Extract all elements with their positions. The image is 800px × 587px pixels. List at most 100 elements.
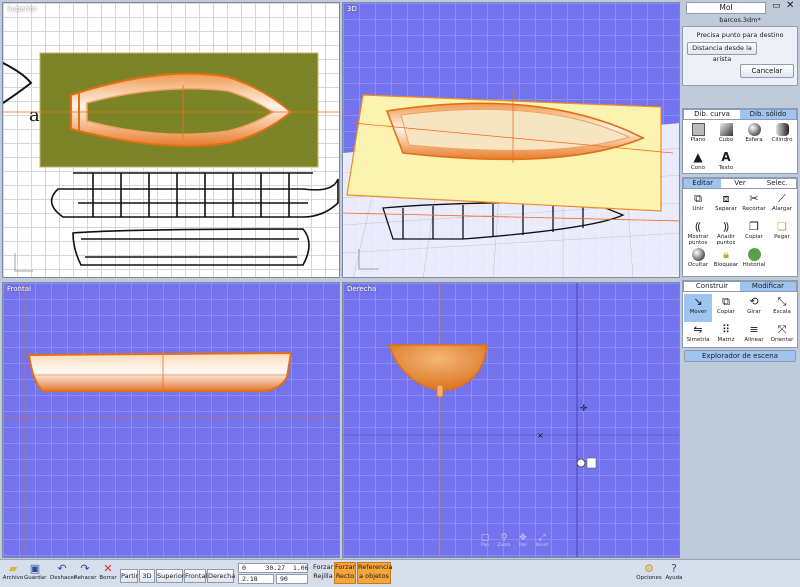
view-right-button[interactable]: Derecha [207, 569, 235, 583]
tab-draw-curve[interactable]: Dib. curva [684, 110, 740, 119]
redo-button[interactable]: ↷ Rehacer [74, 562, 96, 581]
tab-modify[interactable]: Modificar [740, 282, 796, 291]
orient-icon: ⤧ [777, 323, 787, 336]
snap-grid-labels[interactable]: Forzar Rejilla [313, 563, 333, 581]
close-icon[interactable]: ✕ [786, 0, 794, 11]
coord-xyz-field[interactable]: 0 30.27 1.06 [238, 563, 309, 573]
viewport-perspective-label: 3D [347, 5, 357, 13]
move-icon: ↘ [693, 295, 703, 308]
view-top-button[interactable]: Superior [156, 569, 185, 583]
view-controls: ▢ Pan ⚲ Zoom ✥ Pan ⤢ Reset [477, 533, 550, 548]
viewport-right[interactable]: ✛ × Derecha ▢ Pan ⚲ Zoom ✥ Pan ⤢ Reset [342, 282, 680, 558]
view-split-button[interactable]: Partir [120, 569, 138, 583]
coord-distance-field[interactable]: 2.18 [238, 574, 274, 584]
folder-icon: ▰ [8, 562, 18, 575]
tab-draw-solid[interactable]: Dib. sólido [740, 110, 796, 119]
tool-paste[interactable]: ❏ Pegar [768, 219, 796, 247]
tool-scale[interactable]: ⤡ Escala [768, 294, 796, 322]
extend-icon: ⟋ [778, 192, 786, 205]
transform-palette: Construir Modificar ↘ Mover ⧉ Copiar ⟲ Gira… [682, 280, 798, 348]
tab-construct[interactable]: Construir [684, 282, 740, 291]
copy-icon: ❐ [749, 220, 759, 233]
reset-control[interactable]: ⤢ Reset [534, 533, 550, 548]
tool-array[interactable]: ⠿ Matriz [712, 322, 740, 350]
undo-button[interactable]: ↶ Deshacer [50, 562, 76, 581]
tool-align[interactable]: ≡ Alinear [740, 322, 768, 350]
tab-view[interactable]: Ver [721, 179, 759, 188]
scene-browser-button[interactable]: Explorador de escena [684, 350, 796, 362]
viewport-front[interactable]: Frontal [2, 282, 340, 558]
snap-objects-toggle[interactable]: Referencia a objetos [357, 562, 393, 584]
tab-edit[interactable]: Editar [684, 179, 722, 188]
tool-copy[interactable]: ❐ Copiar [740, 219, 768, 247]
separate-icon: ⧈ [722, 192, 730, 205]
tool-hide[interactable]: Ocultar [684, 247, 712, 275]
command-panel: MoI ▭ ✕ barcos.3dm* Precisa punto para d… [682, 0, 798, 108]
align-icon: ≡ [749, 323, 759, 336]
view-front-button[interactable]: Frontal [184, 569, 207, 583]
sphere-icon [747, 123, 761, 136]
viewport-front-label: Frontal [7, 285, 31, 293]
redo-icon: ↷ [80, 562, 90, 575]
tool-move[interactable]: ↘ Mover [684, 294, 712, 322]
distance-from-edge-button[interactable]: Distancia desde la arista [687, 42, 757, 63]
tool-history[interactable]: Historial [740, 247, 768, 275]
draw-palette: Dib. curva Dib. sólido Plano Cubo Esfera… [682, 108, 798, 174]
scale-icon: ⤡ [777, 295, 787, 308]
cancel-button[interactable]: Cancelar [740, 64, 794, 78]
cube-icon [719, 123, 733, 136]
show-points-icon: ⸨ [695, 220, 701, 233]
snap-straight-toggle[interactable]: Forzar Recto [334, 562, 356, 584]
tool-lock[interactable]: 🔒︎ Bloquear [712, 247, 740, 275]
coord-angle-field[interactable]: 90 [276, 574, 308, 584]
tool-extend[interactable]: ⟋ Alargar [768, 191, 796, 219]
tool-show-points[interactable]: ⸨ Mostrar puntos [684, 219, 712, 247]
tool-separate[interactable]: ⧈ Separar [712, 191, 740, 219]
help-button[interactable]: ? Ayuda [664, 562, 684, 581]
viewport-top[interactable]: a Superior [2, 2, 340, 278]
tab-select[interactable]: Selec. [758, 179, 796, 188]
top-view-drawing: a [3, 52, 339, 272]
zoom-control[interactable]: ⚲ Zoom [496, 533, 512, 548]
tool-join[interactable]: ⧉ Unir [684, 191, 712, 219]
draw-tabs: Dib. curva Dib. sólido [683, 109, 797, 120]
tool-sphere[interactable]: Esfera [740, 122, 768, 150]
tool-add-points[interactable]: ⸩ Añadir puntos [712, 219, 740, 247]
file-button[interactable]: ▰ Archivo [2, 562, 24, 581]
tool-plane[interactable]: Plano [684, 122, 712, 150]
hide-icon [691, 248, 705, 261]
front-view-drawing [3, 283, 339, 557]
array-icon: ⠿ [721, 323, 731, 336]
transform-tools-grid: ↘ Mover ⧉ Copiar ⟲ Girar ⤡ Escala ⇋ Simetría … [684, 294, 796, 350]
tool-text[interactable]: A Texto [712, 150, 740, 178]
pan-control[interactable]: ▢ Pan [477, 533, 493, 548]
edit-palette: Editar Ver Selec. ⧉ Unir ⧈ Separar ✂ Recort… [682, 177, 798, 277]
join-icon: ⧉ [694, 192, 702, 205]
tool-copy-transform[interactable]: ⧉ Copiar [712, 294, 740, 322]
history-icon [747, 248, 761, 261]
cylinder-icon [775, 123, 789, 136]
svg-text:a: a [29, 105, 40, 126]
tool-rotate[interactable]: ⟲ Girar [740, 294, 768, 322]
tool-orient[interactable]: ⤧ Orientar [768, 322, 796, 350]
svg-text:×: × [537, 431, 544, 440]
tool-cylinder[interactable]: Cilindro [768, 122, 796, 150]
file-name: barcos.3dm* [719, 16, 761, 24]
draw-tools-grid: Plano Cubo Esfera Cilindro ▲ Cono A Texto [684, 122, 796, 178]
viewport-top-label: Superior [7, 5, 37, 13]
tool-box[interactable]: Cubo [712, 122, 740, 150]
pan-arrows-control[interactable]: ✥ Pan [515, 533, 531, 548]
tool-cone[interactable]: ▲ Cono [684, 150, 712, 178]
tool-trim[interactable]: ✂ Recortar [740, 191, 768, 219]
options-button[interactable]: ⚙ Opciones [636, 562, 662, 581]
save-button[interactable]: ▣ Guardar [24, 562, 46, 581]
delete-button[interactable]: ✕ Borrar [98, 562, 118, 581]
cone-icon: ▲ [693, 150, 703, 164]
view-3d-button[interactable]: 3D [139, 569, 155, 583]
viewport-perspective[interactable]: 3D [342, 2, 680, 278]
save-icon: ▣ [29, 562, 41, 575]
viewport-right-label: Derecha [347, 285, 377, 293]
tool-mirror[interactable]: ⇋ Simetría [684, 322, 712, 350]
restore-icon[interactable]: ▭ [772, 1, 781, 11]
plane-icon [691, 123, 705, 136]
